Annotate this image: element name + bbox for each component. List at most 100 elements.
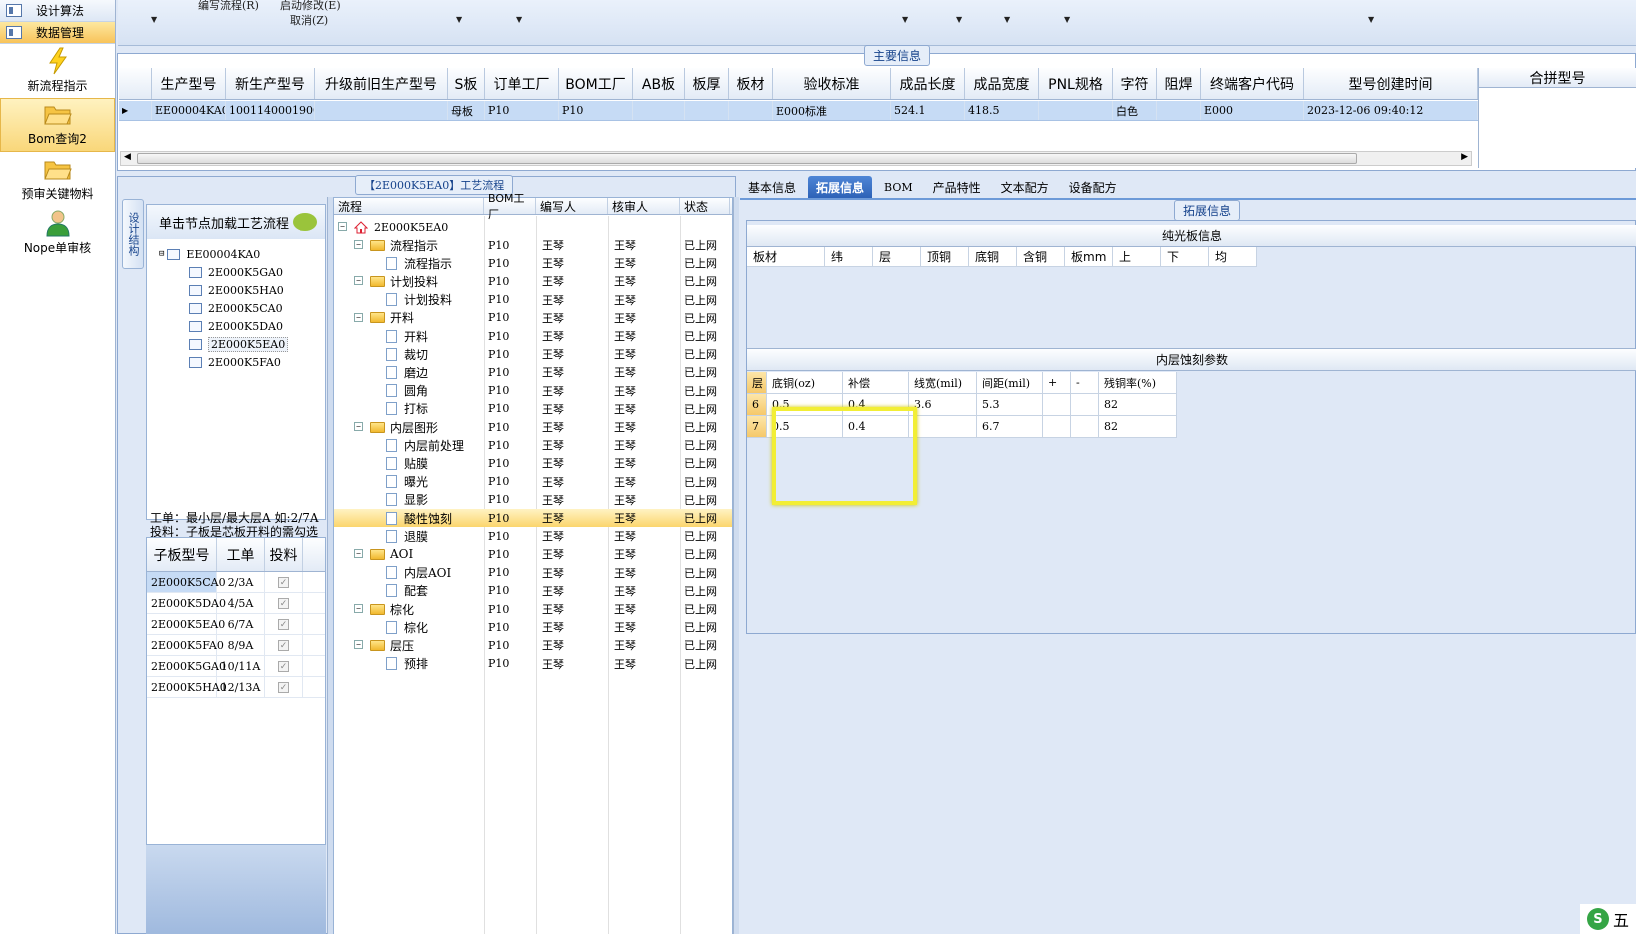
table-row[interactable]: 2E000K5FA0 8/9A ✓ [147,635,325,656]
collapse-icon[interactable]: ⊟ [159,249,164,259]
cell[interactable]: P10 [485,101,559,120]
col-header[interactable]: 编写人 [536,198,608,214]
sub-model-cell[interactable]: 2E000K5HA0 [147,677,227,697]
flow-row[interactable]: 磨边 P10 王琴 王琴 已上网 [334,363,732,381]
flow-row[interactable]: 圆角 P10 王琴 王琴 已上网 [334,382,732,400]
nav-item-new-flow[interactable]: 新流程指示 [0,44,115,98]
col-header[interactable]: 线宽(mil) [909,372,977,394]
col-header[interactable]: 间距(mil) [977,372,1043,394]
feed-checkbox-cell[interactable]: ✓ [265,572,303,592]
menu-cancel[interactable]: 取消(Z) [290,12,328,28]
cell[interactable]: 524.1 [891,101,965,120]
cell[interactable]: 10011400019004 [226,101,315,120]
flow-row[interactable]: 计划投料 P10 王琴 王琴 已上网 [334,291,732,309]
flow-row[interactable]: 预排 P10 王琴 王琴 已上网 [334,655,732,673]
tab-product-features[interactable]: 产品特性 [925,176,989,198]
col-header[interactable]: 升级前旧生产型号 [315,68,448,99]
col-header[interactable]: 工单 [217,538,265,571]
nav-item-bom-query[interactable]: Bom查询2 [0,98,115,152]
checkbox[interactable]: ✓ [278,660,289,672]
collapse-icon[interactable]: − [338,222,347,231]
flow-row[interactable]: − 流程指示 P10 王琴 王琴 已上网 [334,236,732,254]
col-header[interactable]: 纬 [825,247,873,266]
cell[interactable]: 7 [747,416,767,438]
col-header[interactable]: 阻焊 [1157,68,1201,99]
tree-node[interactable]: 2E000K5GA0 [147,263,325,281]
col-header[interactable]: 验收标准 [773,68,891,99]
ime-indicator[interactable]: S 五 [1580,904,1636,934]
col-header[interactable]: 终端客户代码 [1201,68,1304,99]
tree-node-selected[interactable]: 2E000K5EA0 [147,335,325,353]
cell[interactable]: 82 [1099,416,1177,438]
col-header[interactable]: BOM工厂 [484,192,536,221]
scrollbar-thumb[interactable] [137,153,1357,164]
cell[interactable]: 6 [747,394,767,416]
tree-node[interactable]: 2E000K5FA0 [147,353,325,371]
feed-checkbox-cell[interactable]: ✓ [265,614,303,634]
col-header[interactable]: 板材 [729,68,773,99]
collapse-icon[interactable]: − [354,240,363,249]
tree-node[interactable]: 2E000K5HA0 [147,281,325,299]
cell[interactable]: EE00004KA0 [152,101,226,120]
col-header[interactable]: 均 [1209,247,1257,266]
menu-write-flow[interactable]: 编写流程(R) [198,0,259,13]
cell[interactable] [1071,416,1099,438]
flow-row[interactable]: 配套 P10 王琴 王琴 已上网 [334,582,732,600]
sub-model-cell[interactable]: 2E000K5DA0 [147,593,226,613]
col-header[interactable]: AB板 [633,68,685,99]
flow-row[interactable]: − 内层图形 P10 王琴 王琴 已上网 [334,418,732,436]
tab-design-structure[interactable]: 设计结构 [122,199,144,269]
order-cell[interactable]: 8/9A [217,635,265,655]
col-header[interactable]: 顶铜 [921,247,969,266]
col-header[interactable]: 字符 [1113,68,1157,99]
flow-row[interactable]: − AOI P10 王琴 王琴 已上网 [334,545,732,563]
checkbox[interactable]: ✓ [278,597,289,609]
col-header[interactable]: 上 [1113,247,1161,266]
cell[interactable]: 3.6 [909,394,977,416]
tab-extended-info[interactable]: 拓展信息 [808,176,873,198]
feed-checkbox-cell[interactable]: ✓ [265,656,303,676]
tree-node[interactable]: 2E000K5CA0 [147,299,325,317]
flow-root-row[interactable]: − 2E000K5EA0 [334,218,732,236]
cell[interactable] [685,101,729,120]
cell[interactable]: P10 [559,101,633,120]
table-row[interactable]: ▶ EE00004KA0 10011400019004 母板 P10 P10 E… [119,101,1478,121]
flow-row[interactable]: 棕化 P10 王琴 王琴 已上网 [334,618,732,636]
cell[interactable] [315,101,448,120]
col-header[interactable]: 子板型号 [147,538,217,571]
chevron-down-icon[interactable]: ▼ [956,15,962,24]
order-cell[interactable]: 2/3A [217,572,265,592]
cell[interactable] [1039,101,1113,120]
splitter[interactable] [733,197,739,934]
checkbox[interactable]: ✓ [278,681,289,693]
table-row[interactable]: 2E000K5CA0 2/3A ✓ [147,572,325,593]
nav-tab-design-algorithm[interactable]: 设计算法 [0,0,115,22]
tab-text-recipe[interactable]: 文本配方 [993,176,1057,198]
table-row[interactable]: 2E000K5DA0 4/5A ✓ [147,593,325,614]
flow-row[interactable]: 流程指示 P10 王琴 王琴 已上网 [334,254,732,272]
cell[interactable] [729,101,773,120]
cell[interactable]: 6.7 [977,416,1043,438]
col-header[interactable]: 底铜(oz) [767,372,843,394]
col-header[interactable]: PNL规格 [1039,68,1113,99]
col-header[interactable]: 板材 [747,247,825,266]
col-header[interactable]: 生产型号 [152,68,226,99]
col-header[interactable]: 层 [873,247,921,266]
nav-tab-data-management[interactable]: 数据管理 [0,22,115,44]
flow-row[interactable]: 贴膜 P10 王琴 王琴 已上网 [334,454,732,472]
flow-row[interactable]: 开料 P10 王琴 王琴 已上网 [334,327,732,345]
flow-row[interactable]: 内层前处理 P10 王琴 王琴 已上网 [334,436,732,454]
cell[interactable]: E000 [1201,101,1304,120]
cell[interactable] [1043,416,1071,438]
col-header[interactable]: + [1043,372,1071,394]
collapse-icon[interactable]: − [354,276,363,286]
cell[interactable] [1157,101,1201,120]
cell[interactable]: 5.3 [977,394,1043,416]
col-header[interactable]: 成品宽度 [965,68,1039,99]
col-header[interactable]: 含铜 [1017,247,1065,266]
tab-bom[interactable]: BOM [876,176,921,198]
chevron-down-icon[interactable]: ▼ [516,15,522,24]
flow-row[interactable]: − 层压 P10 王琴 王琴 已上网 [334,636,732,654]
col-header[interactable]: 板厚 [685,68,729,99]
chevron-down-icon[interactable]: ▼ [456,15,462,24]
